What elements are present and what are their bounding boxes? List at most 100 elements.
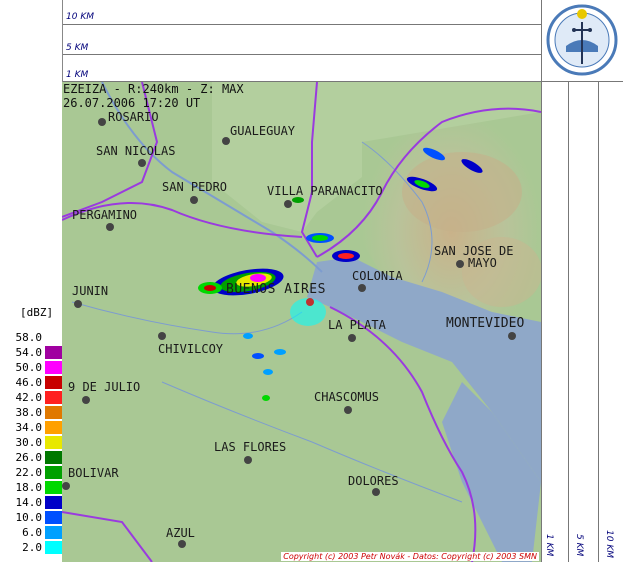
legend-value: 14.0 — [15, 496, 43, 509]
city-marker — [222, 137, 230, 145]
city-label-colonia: COLONIA — [352, 269, 403, 283]
legend-row: 46.0 — [0, 376, 62, 389]
city-label-bolivar: BOLIVAR — [68, 466, 119, 480]
city-marker — [348, 334, 356, 342]
legend-swatch — [45, 541, 62, 554]
legend-row: 50.0 — [0, 361, 62, 374]
legend-swatch — [45, 511, 62, 524]
city-label-azul: AZUL — [166, 526, 195, 540]
city-label-gualeguay: GUALEGUAY — [230, 124, 296, 138]
city-label-rosario: ROSARIO — [108, 110, 159, 124]
terrain-hill — [402, 152, 522, 232]
legend-value: 50.0 — [15, 361, 43, 374]
scale-line-10km — [63, 24, 542, 25]
city-marker — [158, 332, 166, 340]
city-label-9-de-julio: 9 DE JULIO — [68, 380, 141, 394]
legend-value: 34.0 — [15, 421, 43, 434]
city-marker — [178, 540, 186, 548]
legend-swatch — [45, 376, 62, 389]
city-label-villa-paranacito: VILLA PARANACITO — [267, 184, 383, 198]
legend-swatch — [45, 466, 62, 479]
city-label-dolores: DOLORES — [348, 474, 399, 488]
right-section-panel: 1 KM 5 KM 10 KM — [541, 0, 623, 562]
legend-value: 46.0 — [15, 376, 43, 389]
city-marker — [62, 482, 70, 490]
city-label-san-pedro: SAN PEDRO — [162, 180, 228, 194]
legend-value: 26.0 — [15, 451, 43, 464]
city-label-montevideo: MONTEVIDEO — [446, 316, 525, 331]
city-marker — [358, 284, 366, 292]
legend-swatch — [45, 346, 62, 359]
legend-row: 30.0 — [0, 436, 62, 449]
scale-line-5km-vertical — [598, 82, 599, 562]
legend-swatch — [45, 406, 62, 419]
legend-value: 10.0 — [15, 511, 43, 524]
city-marker — [244, 456, 252, 464]
smn-logo-icon — [546, 4, 618, 76]
legend-value: 6.0 — [22, 526, 42, 539]
legend-swatch — [45, 481, 62, 494]
legend-row: 10.0 — [0, 511, 62, 524]
legend-row: 26.0 — [0, 451, 62, 464]
city-label-pergamino: PERGAMINO — [72, 208, 138, 222]
city-marker — [106, 223, 114, 231]
city-label-mayo: MAYO — [468, 256, 497, 270]
legend-swatch — [45, 436, 62, 449]
city-marker — [138, 159, 146, 167]
radar-map: EZEIZA - R:240km - Z: MAX 26.07.2006 17:… — [62, 82, 541, 562]
legend-row: 54.0 — [0, 346, 62, 359]
legend-value: 22.0 — [15, 466, 43, 479]
legend-value: 58.0 — [15, 331, 43, 344]
legend-row: 18.0 — [0, 481, 62, 494]
dbz-legend: [dBZ] 58.0 54.0 50.0 46.0 42.0 38.0 34.0 30.0 26… — [0, 306, 62, 562]
legend-value: 2.0 — [22, 541, 42, 554]
legend-swatch — [45, 361, 62, 374]
city-label-chivilcoy: CHIVILCOY — [158, 342, 224, 356]
right-panel-divider — [542, 81, 623, 82]
legend-swatch — [45, 421, 62, 434]
city-marker — [98, 118, 106, 126]
scale-label-10km: 10 KM — [66, 12, 94, 22]
legend-swatch — [45, 451, 62, 464]
legend-swatch — [45, 331, 62, 344]
city-label-san-nicolas: SAN NICOLAS — [96, 144, 176, 158]
scale-label-5km-vertical: 5 KM — [574, 534, 584, 557]
legend-value: 42.0 — [15, 391, 43, 404]
scale-label-1km: 1 KM — [66, 70, 89, 80]
scale-label-1km-vertical: 1 KM — [544, 534, 554, 557]
scale-line-1km-vertical — [568, 82, 569, 562]
legend-row: 2.0 — [0, 541, 62, 554]
city-marker — [372, 488, 380, 496]
city-label-las-flores: LAS FLORES — [214, 440, 287, 454]
copyright-text: Copyright (c) 2003 Petr Novák - Datos: C… — [281, 552, 539, 561]
radar-title: EZEIZA - R:240km - Z: MAX — [63, 82, 244, 96]
legend-swatch — [45, 526, 62, 539]
city-marker — [508, 332, 516, 340]
city-marker — [344, 406, 352, 414]
legend-row: 14.0 — [0, 496, 62, 509]
city-marker — [456, 260, 464, 268]
city-marker — [284, 200, 292, 208]
scale-label-5km: 5 KM — [66, 43, 89, 53]
legend-row: 38.0 — [0, 406, 62, 419]
legend-swatch — [45, 496, 62, 509]
scale-line-5km — [63, 54, 542, 55]
legend-value: 38.0 — [15, 406, 43, 419]
legend-row: 22.0 — [0, 466, 62, 479]
city-marker — [190, 196, 198, 204]
top-section-panel: 10 KM 5 KM 1 KM — [62, 0, 542, 82]
city-marker — [74, 300, 82, 308]
city-label-chascomus: CHASCOMUS — [314, 390, 380, 404]
legend-row: 6.0 — [0, 526, 62, 539]
city-label-buenos-aires: BUENOS AIRES — [226, 282, 326, 297]
legend-row: 34.0 — [0, 421, 62, 434]
legend-value: 54.0 — [15, 346, 43, 359]
legend-value: 18.0 — [15, 481, 43, 494]
legend-value: 30.0 — [15, 436, 43, 449]
legend-title: [dBZ] — [20, 306, 54, 319]
legend-swatch — [45, 391, 62, 404]
radar-datetime: 26.07.2006 17:20 UT — [63, 96, 201, 110]
city-label-la-plata: LA PLATA — [328, 318, 386, 332]
scale-label-10km-vertical: 10 KM — [604, 530, 614, 558]
city-label-junin: JUNIN — [72, 284, 109, 298]
